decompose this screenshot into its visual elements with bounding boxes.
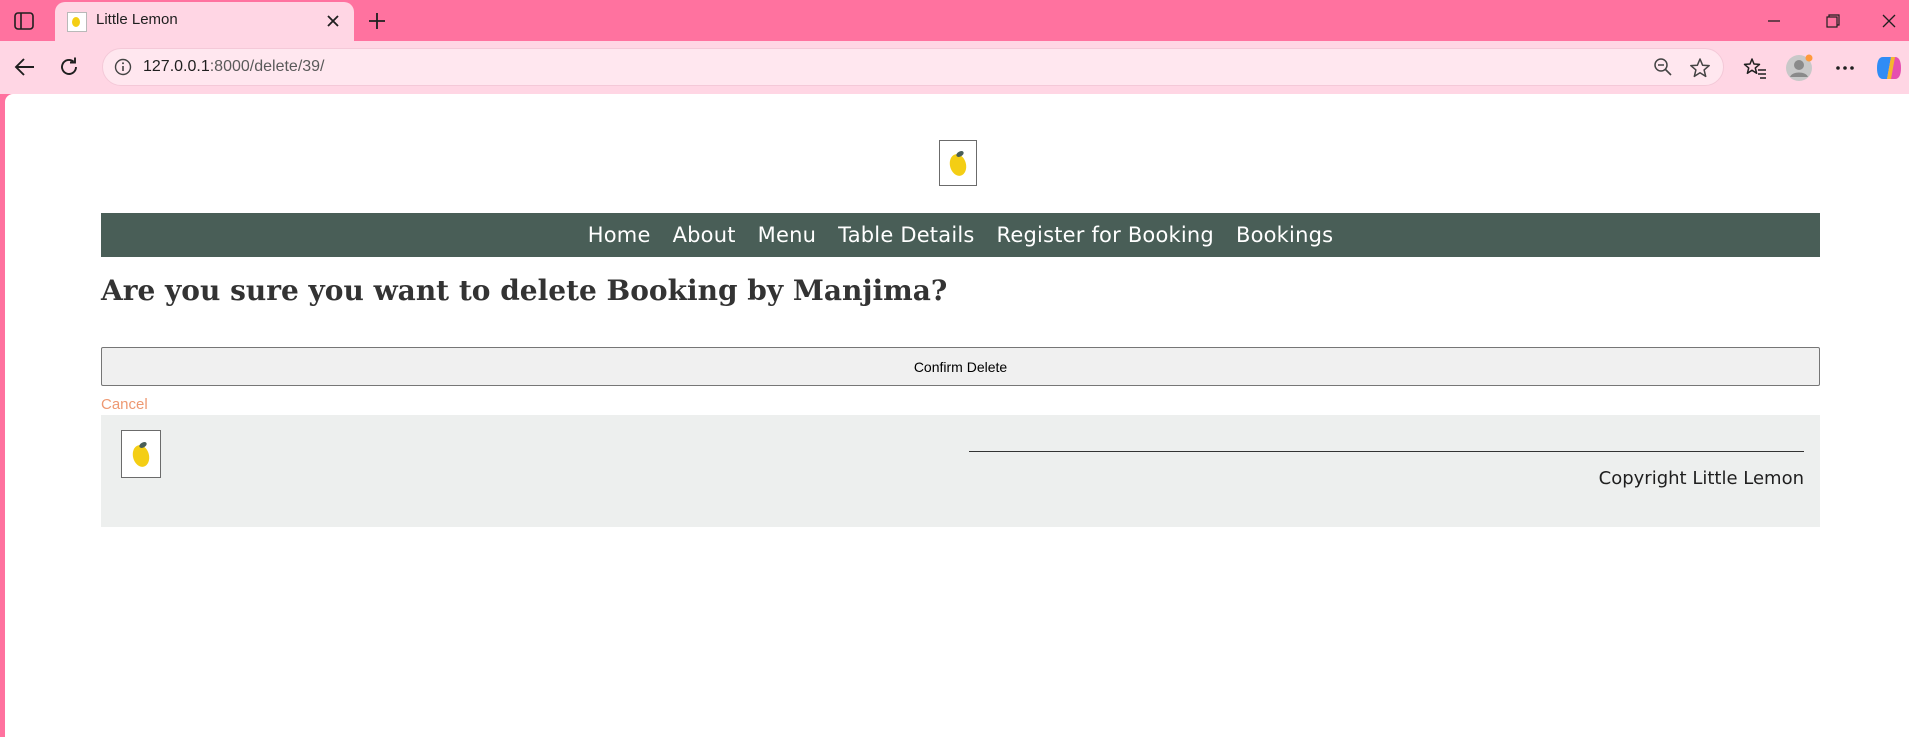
site-logo[interactable] bbox=[939, 140, 977, 186]
confirm-delete-button[interactable]: Confirm Delete bbox=[101, 347, 1820, 386]
tab-favicon-icon bbox=[67, 12, 87, 32]
favorite-star-icon[interactable] bbox=[1689, 57, 1711, 84]
favorites-icon[interactable] bbox=[1738, 51, 1772, 85]
tab-actions-icon[interactable] bbox=[10, 8, 38, 34]
profile-avatar[interactable] bbox=[1782, 51, 1816, 85]
tab-close-icon[interactable] bbox=[322, 10, 344, 32]
zoom-out-icon[interactable] bbox=[1653, 57, 1673, 82]
nav-home[interactable]: Home bbox=[588, 223, 651, 247]
back-icon[interactable] bbox=[9, 51, 41, 83]
minimize-icon[interactable] bbox=[1752, 6, 1796, 36]
active-tab[interactable]: Little Lemon bbox=[55, 2, 354, 41]
more-options-icon[interactable] bbox=[1828, 51, 1862, 85]
nav-bookings[interactable]: Bookings bbox=[1236, 223, 1333, 247]
cancel-link[interactable]: Cancel bbox=[101, 396, 148, 413]
site-info-icon[interactable] bbox=[114, 58, 132, 81]
reload-icon[interactable] bbox=[53, 51, 85, 83]
tab-title: Little Lemon bbox=[96, 11, 178, 28]
copyright-text: Copyright Little Lemon bbox=[1598, 468, 1804, 489]
main-navigation: Home About Menu Table Details Register f… bbox=[101, 213, 1820, 257]
site-footer: Copyright Little Lemon bbox=[101, 415, 1820, 527]
page-title: Are you sure you want to delete Booking … bbox=[101, 274, 948, 307]
nav-menu[interactable]: Menu bbox=[758, 223, 816, 247]
page-viewport: Home About Menu Table Details Register f… bbox=[5, 94, 1909, 737]
url-text: 127.0.0.1:8000/delete/39/ bbox=[143, 58, 325, 75]
restore-icon[interactable] bbox=[1811, 6, 1855, 36]
nav-about[interactable]: About bbox=[673, 223, 736, 247]
close-window-icon[interactable] bbox=[1867, 6, 1909, 36]
footer-divider bbox=[969, 451, 1804, 452]
browser-toolbar: 127.0.0.1:8000/delete/39/ bbox=[0, 41, 1909, 94]
tab-strip: Little Lemon bbox=[0, 0, 1909, 41]
footer-logo[interactable] bbox=[121, 430, 161, 478]
nav-register-booking[interactable]: Register for Booking bbox=[997, 223, 1214, 247]
copilot-icon[interactable] bbox=[1872, 51, 1906, 85]
nav-table-details[interactable]: Table Details bbox=[838, 223, 974, 247]
new-tab-icon[interactable] bbox=[364, 8, 390, 34]
address-bar[interactable]: 127.0.0.1:8000/delete/39/ bbox=[102, 48, 1724, 86]
